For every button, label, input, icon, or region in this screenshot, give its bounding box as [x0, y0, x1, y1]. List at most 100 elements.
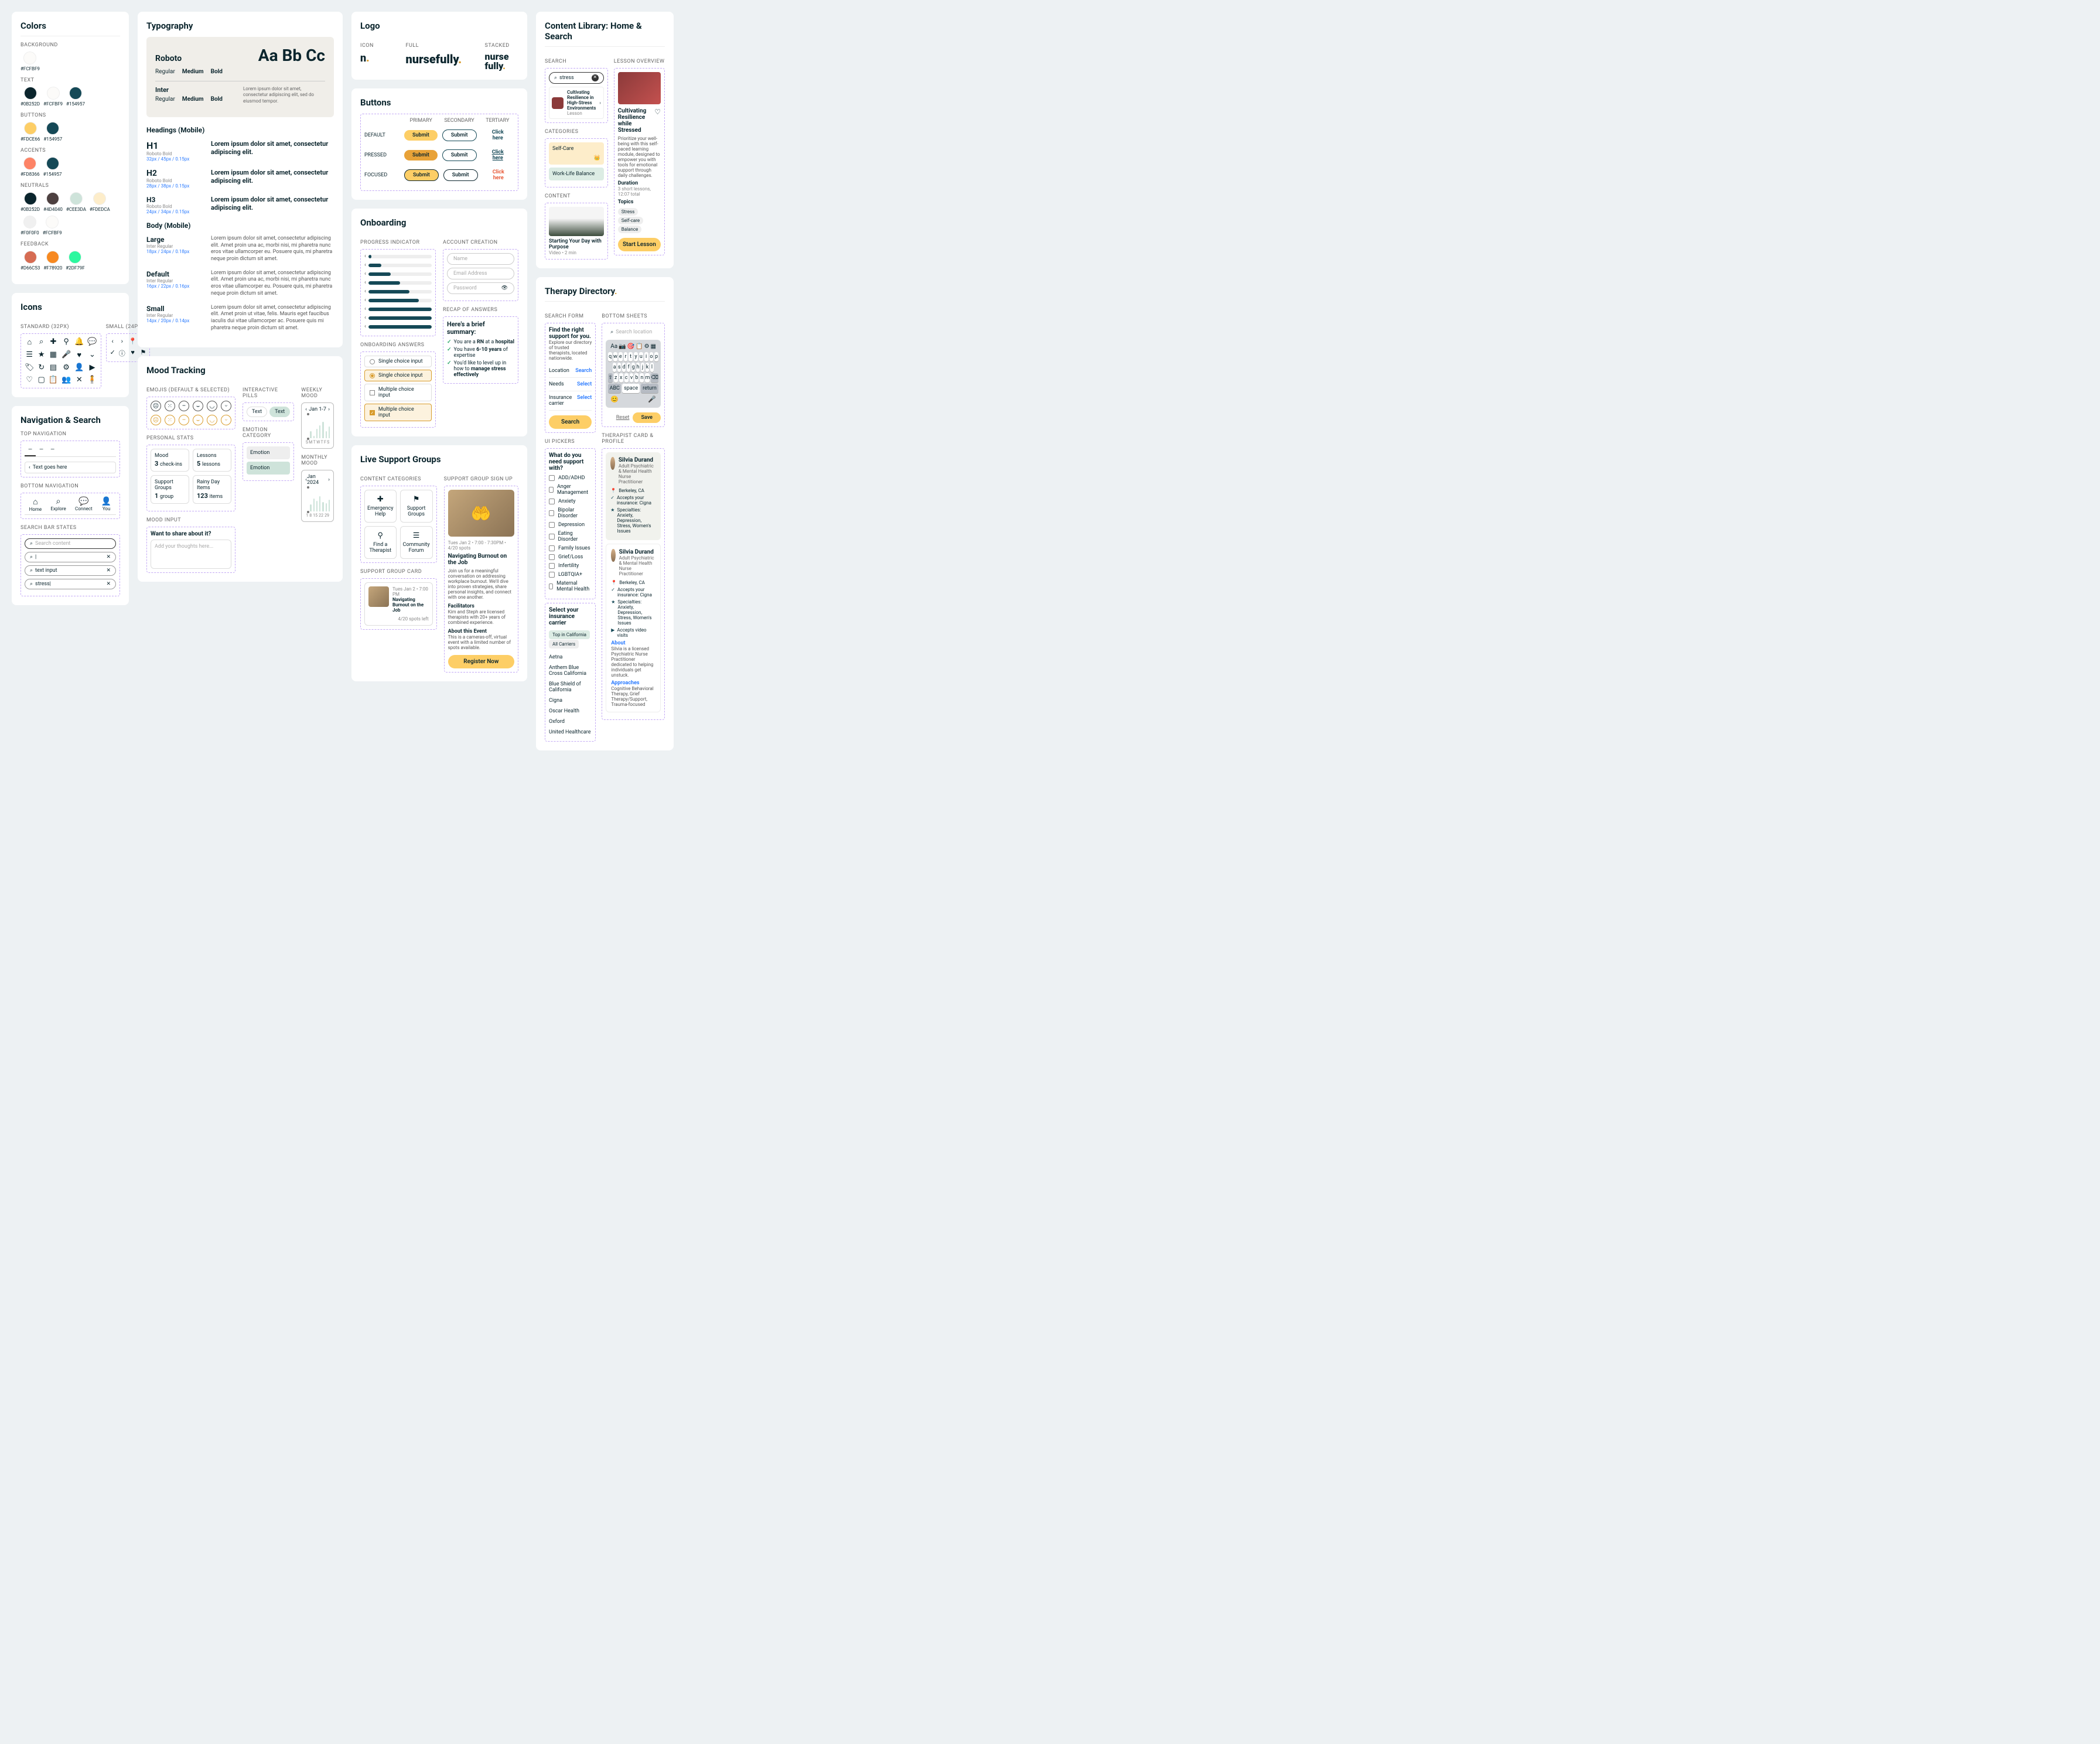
key[interactable]: u — [639, 352, 643, 361]
chat-icon: 💬 — [87, 337, 97, 347]
carrier-item[interactable]: Cigna — [549, 695, 592, 706]
key[interactable]: c — [624, 373, 629, 383]
choice-item[interactable]: Multiple choice input — [364, 384, 432, 401]
pill-default[interactable]: Text — [247, 407, 267, 417]
search-icon: ⌕ — [38, 337, 45, 347]
key[interactable]: i — [644, 352, 648, 361]
checkbox-item[interactable]: Grief/Loss — [549, 554, 592, 560]
key[interactable]: l — [650, 363, 654, 372]
search-state[interactable]: ⌕text input✕ — [25, 565, 116, 576]
category-find-a-therapist[interactable]: ⚲Find a Therapist — [364, 526, 397, 559]
key[interactable]: e — [619, 352, 623, 361]
key[interactable]: ⇧ — [608, 373, 613, 383]
key[interactable]: v — [630, 373, 634, 383]
category-worklife[interactable]: Work-Life Balance — [549, 168, 604, 180]
key[interactable]: h — [636, 363, 640, 372]
search-state[interactable]: ⌕Search content — [25, 538, 116, 549]
key[interactable]: x — [619, 373, 623, 383]
key[interactable]: n — [640, 373, 644, 383]
bell-icon: 🔔 — [74, 337, 84, 347]
checkbox-item[interactable]: Eating Disorder — [549, 531, 592, 542]
checkbox-item[interactable]: Infertility — [549, 563, 592, 569]
register-button[interactable]: Register Now — [448, 655, 514, 668]
choice-item[interactable]: Single choice input — [364, 356, 432, 367]
carrier-item[interactable]: Anthem Blue Cross California — [549, 663, 592, 679]
nav-home[interactable]: ⌂Home — [29, 497, 42, 512]
pin-icon: 📍 — [610, 488, 616, 493]
checkbox-item[interactable]: Maternal Mental Health — [549, 581, 592, 592]
key[interactable]: s — [617, 363, 621, 372]
search-icon: ⌕ — [610, 329, 613, 335]
therapist-card[interactable]: Silvia DurandAdult Psychiatric & Mental … — [606, 452, 661, 540]
key[interactable]: d — [622, 363, 626, 372]
carrier-item[interactable]: Aetna — [549, 652, 592, 663]
key[interactable]: p — [654, 352, 658, 361]
heart-icon[interactable]: ♡ — [654, 108, 661, 116]
input-name[interactable]: Name — [447, 253, 514, 265]
carrier-item[interactable]: United Healthcare — [549, 727, 592, 738]
category-emergency-help[interactable]: ✚Emergency Help — [364, 490, 397, 523]
key[interactable]: t — [629, 352, 633, 361]
carrier-item[interactable]: Oscar Health — [549, 706, 592, 716]
nav-explore[interactable]: ⌕Explore — [50, 497, 66, 512]
key[interactable]: o — [650, 352, 654, 361]
form-row[interactable]: LocationSearch — [549, 364, 592, 378]
top-nav-tabs: ——— — [25, 445, 116, 457]
checkbox-item[interactable]: Depression — [549, 522, 592, 528]
secondary-button[interactable]: Submit — [442, 129, 477, 141]
reset-link[interactable]: Reset — [616, 415, 630, 421]
key[interactable]: a — [613, 363, 616, 372]
support-group-card[interactable]: Tues Jan 2 • 7:00 PM Navigating Burnout … — [364, 582, 433, 626]
key[interactable]: m — [645, 373, 650, 383]
tertiary-button[interactable]: Click here — [482, 127, 514, 144]
search-input[interactable]: ⌕stress✕ — [549, 72, 604, 84]
start-lesson-button[interactable]: Start Lesson — [618, 238, 661, 251]
content-thumbnail[interactable] — [549, 207, 604, 236]
emotion-selected[interactable]: Emotion — [247, 462, 290, 475]
key[interactable]: b — [634, 373, 638, 383]
checkbox-item[interactable]: Anxiety — [549, 499, 592, 504]
logo-icon: n. — [360, 52, 394, 64]
checkbox-item[interactable]: Bipolar Disorder — [549, 507, 592, 519]
search-state[interactable]: ⌕stress|✕ — [25, 579, 116, 589]
checkbox-item[interactable]: LGBTQIA+ — [549, 572, 592, 578]
home-icon: ⌂ — [25, 337, 35, 347]
checkbox-item[interactable]: Anger Management — [549, 484, 592, 496]
key[interactable]: f — [627, 363, 630, 372]
key[interactable]: g — [631, 363, 635, 372]
input-password[interactable]: Password👁 — [447, 282, 514, 294]
form-row[interactable]: Insurance carrierSelect — [549, 391, 592, 411]
input-email-address[interactable]: Email Address — [447, 268, 514, 279]
key[interactable]: j — [641, 363, 644, 372]
key[interactable]: q — [608, 352, 612, 361]
search-button[interactable]: Search — [549, 415, 592, 429]
save-button[interactable]: Save — [633, 412, 661, 423]
key[interactable]: z — [614, 373, 618, 383]
key[interactable]: r — [624, 352, 628, 361]
nav-you[interactable]: 👤You — [101, 497, 111, 512]
carrier-item[interactable]: Blue Shield of California — [549, 679, 592, 695]
mood-textarea[interactable]: Add your thoughts here... — [151, 540, 231, 569]
location-input[interactable]: ⌕Search location — [606, 327, 661, 337]
key[interactable]: ⌫ — [651, 373, 658, 383]
choice-item[interactable]: ✓Multiple choice input — [364, 404, 432, 421]
pill-active[interactable]: Text — [269, 407, 290, 417]
search-result[interactable]: Cultivating Resilience in High-Stress En… — [549, 87, 604, 119]
checkbox-item[interactable]: ADD/ADHD — [549, 475, 592, 481]
key[interactable]: w — [613, 352, 617, 361]
primary-button[interactable]: Submit — [404, 130, 438, 141]
form-row[interactable]: NeedsSelect — [549, 378, 592, 391]
category-support-groups[interactable]: ⚑Support Groups — [400, 490, 433, 523]
category-selfcare[interactable]: Self-Care👑 — [549, 142, 604, 165]
live-card: Live Support Groups CONTENT CATEGORIES ✚… — [351, 445, 527, 681]
emotion-default[interactable]: Emotion — [247, 446, 290, 459]
close-icon: ✕ — [106, 568, 111, 574]
category-community-forum[interactable]: ☰Community Forum — [400, 526, 433, 559]
key[interactable]: k — [646, 363, 649, 372]
choice-item[interactable]: Single choice input — [364, 370, 432, 381]
carrier-item[interactable]: Oxford — [549, 716, 592, 727]
checkbox-item[interactable]: Family Issues — [549, 545, 592, 551]
search-state[interactable]: ⌕|✕ — [25, 552, 116, 562]
key[interactable]: y — [634, 352, 638, 361]
nav-connect[interactable]: 💬Connect — [75, 497, 93, 512]
